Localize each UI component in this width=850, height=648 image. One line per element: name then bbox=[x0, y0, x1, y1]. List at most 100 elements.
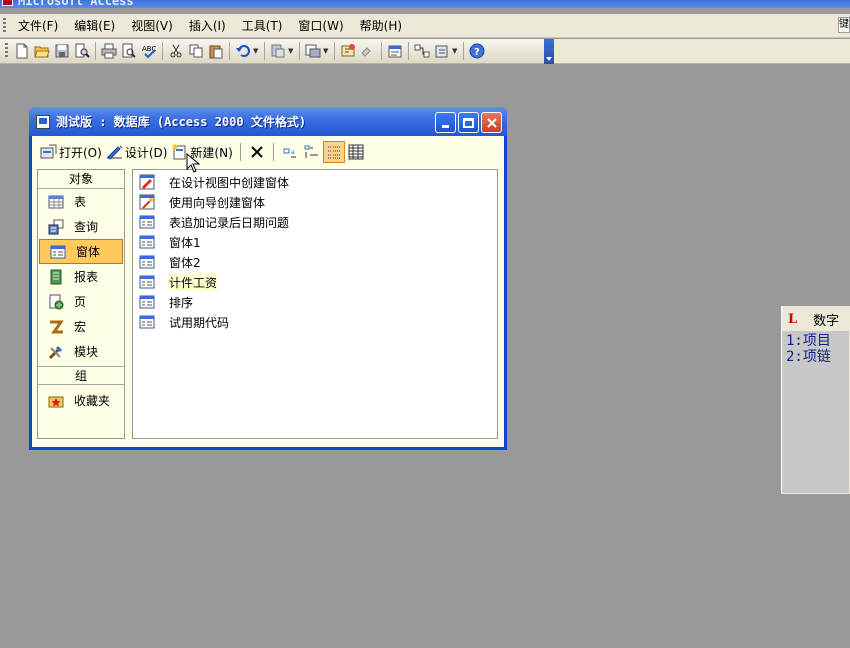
new-icon[interactable] bbox=[12, 41, 32, 61]
open-icon[interactable] bbox=[32, 41, 52, 61]
chevron-down-icon[interactable]: ▼ bbox=[288, 47, 296, 55]
menu-insert[interactable]: 插入(I) bbox=[181, 16, 234, 36]
list-item[interactable]: 排序 bbox=[133, 292, 497, 312]
list-item[interactable]: 窗体2 bbox=[133, 252, 497, 272]
macro-icon bbox=[50, 320, 64, 333]
menu-edit[interactable]: 编辑(E) bbox=[66, 16, 123, 36]
objects-item-reports[interactable]: 报表 bbox=[38, 264, 124, 289]
list-item[interactable]: 使用向导创建窗体 bbox=[133, 192, 497, 212]
groups-item-favorites[interactable]: 收藏夹 bbox=[38, 388, 124, 413]
objects-item-label: 模块 bbox=[74, 345, 99, 359]
groups-header[interactable]: 组 bbox=[38, 366, 124, 385]
list-item[interactable]: 窗体1 bbox=[133, 232, 497, 252]
list-item[interactable]: 计件工资 bbox=[133, 272, 497, 292]
toolbar-separator bbox=[463, 42, 464, 60]
question-box[interactable]: 键 bbox=[838, 17, 850, 33]
objects-item-macros[interactable]: 宏 bbox=[38, 314, 124, 339]
database-icon bbox=[36, 114, 50, 129]
minimize-button[interactable] bbox=[435, 112, 456, 133]
objects-item-label: 页 bbox=[74, 295, 87, 309]
spelling-icon[interactable]: ABC bbox=[139, 41, 159, 61]
open-object-label: 打开(O) bbox=[59, 145, 102, 160]
open-object-icon bbox=[40, 144, 57, 159]
design-object-button[interactable]: 设计(D) bbox=[104, 141, 170, 163]
cut-icon[interactable] bbox=[166, 41, 186, 61]
list-item[interactable]: 试用期代码 bbox=[133, 312, 497, 332]
maximize-button[interactable] bbox=[458, 112, 479, 133]
menu-view[interactable]: 视图(V) bbox=[123, 16, 181, 36]
chevron-down-icon[interactable]: ▼ bbox=[323, 47, 331, 55]
list-view-icon bbox=[327, 146, 340, 159]
list-item-label: 表追加记录后日期问题 bbox=[169, 215, 290, 230]
analyze-icon[interactable] bbox=[303, 41, 323, 61]
toolbar-grip[interactable] bbox=[5, 43, 8, 59]
search-file-icon[interactable] bbox=[72, 41, 92, 61]
relationships-icon[interactable] bbox=[412, 41, 432, 61]
undo-icon[interactable] bbox=[233, 41, 253, 61]
access-app-icon bbox=[2, 0, 13, 6]
list-item-label: 试用期代码 bbox=[169, 315, 230, 330]
database-window-titlebar[interactable]: 测试版 : 数据库 (Access 2000 文件格式) bbox=[29, 107, 507, 136]
minimize-icon bbox=[442, 125, 449, 128]
print-preview-icon[interactable] bbox=[119, 41, 139, 61]
objects-header[interactable]: 对象 bbox=[38, 170, 124, 189]
toolbar-options-button[interactable] bbox=[544, 39, 554, 64]
svg-text:?: ? bbox=[474, 47, 480, 58]
code-icon[interactable] bbox=[338, 41, 358, 61]
side-list-item[interactable]: 1:项目 bbox=[786, 333, 845, 349]
form-icon bbox=[139, 215, 155, 229]
copy-icon[interactable] bbox=[186, 41, 206, 61]
objects-item-label: 查询 bbox=[74, 220, 99, 234]
list-item[interactable]: 在设计视图中创建窗体 bbox=[133, 172, 497, 192]
list-item-label: 在设计视图中创建窗体 bbox=[169, 175, 290, 190]
report-icon bbox=[50, 269, 62, 284]
toolbar-separator bbox=[381, 42, 382, 60]
open-object-button[interactable]: 打开(O) bbox=[38, 141, 104, 163]
toolbar-separator bbox=[95, 42, 96, 60]
toolbar-separator bbox=[264, 42, 265, 60]
paste-icon[interactable] bbox=[206, 41, 226, 61]
list-view-button[interactable] bbox=[322, 141, 345, 163]
toolbar-separator bbox=[408, 42, 409, 60]
query-icon bbox=[48, 219, 64, 234]
office-links-icon[interactable] bbox=[268, 41, 288, 61]
objects-item-forms[interactable]: 窗体 bbox=[39, 239, 123, 264]
delete-button[interactable] bbox=[246, 141, 268, 163]
large-icons-button[interactable]: a bbox=[279, 141, 301, 163]
print-icon[interactable] bbox=[99, 41, 119, 61]
menu-window[interactable]: 窗口(W) bbox=[290, 16, 351, 36]
chevron-down-icon[interactable]: ▼ bbox=[452, 47, 460, 55]
close-button[interactable] bbox=[481, 112, 502, 133]
details-view-button[interactable] bbox=[345, 141, 367, 163]
menu-tools[interactable]: 工具(T) bbox=[234, 16, 291, 36]
small-icons-button[interactable] bbox=[301, 141, 323, 163]
database-window-client: 打开(O) 设计(D) 新建(N) a 对象 表 查询 窗体 报表 页 宏 模块… bbox=[32, 136, 504, 447]
side-window-titlebar[interactable]: L 数字 bbox=[782, 307, 849, 331]
help-icon[interactable]: ? bbox=[467, 41, 487, 61]
objects-item-label: 报表 bbox=[74, 270, 99, 284]
form-icon bbox=[50, 245, 66, 258]
list-item[interactable]: 表追加记录后日期问题 bbox=[133, 212, 497, 232]
chevron-down-icon[interactable]: ▼ bbox=[253, 47, 261, 55]
menubar-grip[interactable] bbox=[3, 17, 6, 34]
objects-item-modules[interactable]: 模块 bbox=[38, 339, 124, 364]
toolbar-separator bbox=[334, 42, 335, 60]
new-object-button[interactable]: 新建(N) bbox=[169, 141, 234, 163]
close-icon bbox=[486, 117, 497, 128]
list-item-label: 排序 bbox=[169, 295, 194, 310]
menu-file[interactable]: 文件(F) bbox=[10, 16, 66, 36]
script-icon[interactable] bbox=[358, 41, 378, 61]
form-icon bbox=[139, 235, 155, 249]
properties-icon[interactable] bbox=[385, 41, 405, 61]
side-window-title: 数字 bbox=[813, 313, 840, 329]
side-list-item[interactable]: 2:项链 bbox=[786, 349, 845, 365]
objects-item-tables[interactable]: 表 bbox=[38, 189, 124, 214]
toolbar-area-empty bbox=[554, 39, 850, 64]
new-object-icon[interactable] bbox=[432, 41, 452, 61]
objects-item-pages[interactable]: 页 bbox=[38, 289, 124, 314]
menu-help[interactable]: 帮助(H) bbox=[352, 16, 410, 36]
objects-item-queries[interactable]: 查询 bbox=[38, 214, 124, 239]
save-icon[interactable] bbox=[52, 41, 72, 61]
database-toolbar: ABC ▼ ▼ ▼ ▼ ? bbox=[0, 39, 554, 64]
small-icons-icon bbox=[304, 145, 318, 158]
